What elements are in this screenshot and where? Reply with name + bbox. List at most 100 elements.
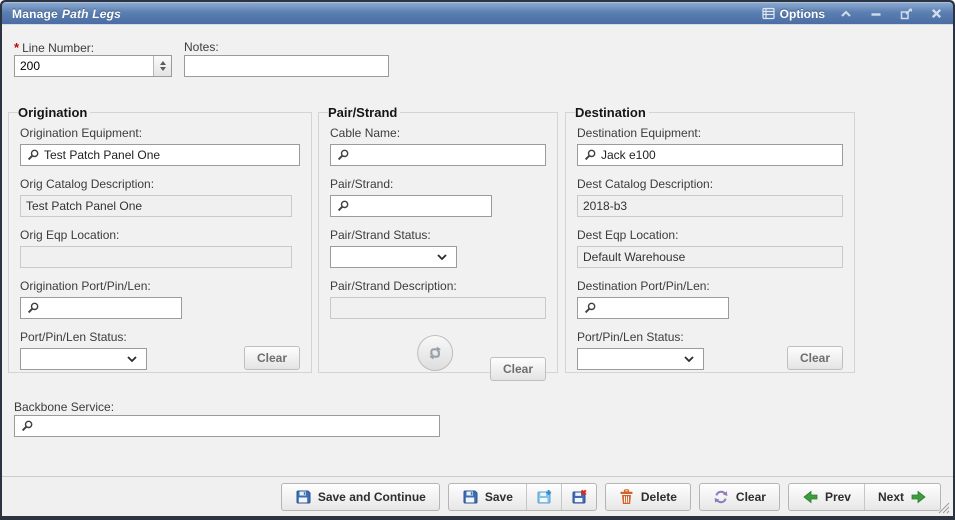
orig-port-label: Origination Port/Pin/Len: — [20, 279, 300, 293]
save-and-new-button[interactable] — [526, 484, 561, 510]
spinner-down-icon — [160, 67, 166, 71]
cable-name-label: Cable Name: — [330, 126, 546, 140]
save-button[interactable]: Save — [449, 484, 526, 510]
next-icon — [911, 490, 927, 504]
origination-legend: Origination — [18, 105, 90, 120]
swap-icon — [426, 345, 444, 361]
next-label: Next — [878, 490, 904, 504]
bottom-toolbar: Save and Continue Save — [2, 476, 953, 516]
backbone-service-label: Backbone Service: — [14, 400, 114, 414]
orig-equipment-field — [20, 144, 300, 166]
dest-equipment-label: Destination Equipment: — [577, 126, 843, 140]
line-number-field — [14, 55, 172, 77]
delete-button[interactable]: Delete — [605, 483, 691, 511]
save-and-continue-button[interactable]: Save and Continue — [281, 483, 440, 511]
toolbar-clear-button[interactable]: Clear — [699, 483, 780, 511]
swap-ends-button[interactable] — [417, 335, 453, 371]
options-button[interactable]: Options — [762, 7, 825, 21]
save-label: Save — [485, 490, 513, 504]
notes-label: Notes: — [184, 40, 219, 54]
prev-icon — [802, 490, 818, 504]
toolbar-clear-label: Clear — [736, 490, 766, 504]
pair-strand-legend: Pair/Strand — [328, 105, 400, 120]
title-prefix: Manage — [12, 7, 58, 21]
save-button-group: Save — [448, 483, 597, 511]
chevron-down-icon — [436, 253, 448, 261]
collapse-button[interactable] — [837, 6, 855, 22]
pair-strand-label: Pair/Strand: — [330, 177, 546, 191]
pair-description-label: Pair/Strand Description: — [330, 279, 546, 293]
orig-clear-button[interactable]: Clear — [244, 346, 300, 370]
pair-strand-section: Pair/Strand Cable Name: Pair/Strand: — [318, 105, 558, 373]
orig-status-select[interactable] — [20, 348, 147, 370]
save-icon — [462, 489, 478, 505]
dest-status-select[interactable] — [577, 348, 704, 370]
cable-name-input[interactable] — [350, 146, 545, 164]
dest-clear-button[interactable]: Clear — [787, 346, 843, 370]
orig-port-field — [20, 297, 182, 319]
popout-icon — [900, 8, 913, 20]
orig-equipment-label: Origination Equipment: — [20, 126, 300, 140]
delete-label: Delete — [641, 490, 677, 504]
save-and-close-button[interactable] — [561, 484, 596, 510]
orig-status-label: Port/Pin/Len Status: — [20, 330, 147, 344]
close-button[interactable] — [927, 6, 945, 22]
dest-catalog-label: Dest Catalog Description: — [577, 177, 843, 191]
line-number-label: *Line Number: — [14, 40, 94, 55]
pair-clear-button[interactable]: Clear — [490, 357, 546, 381]
search-icon — [26, 148, 40, 162]
line-number-input[interactable] — [15, 56, 153, 76]
collapse-icon — [840, 9, 852, 19]
title-bar[interactable]: Manage Path Legs Options — [2, 2, 953, 24]
orig-catalog-label: Orig Catalog Description: — [20, 177, 300, 191]
dest-equipment-input[interactable] — [597, 146, 842, 164]
prev-button[interactable]: Prev — [789, 484, 864, 510]
search-icon — [583, 148, 597, 162]
dest-status-label: Port/Pin/Len Status: — [577, 330, 704, 344]
minimize-icon — [870, 9, 882, 19]
pair-status-select[interactable] — [330, 246, 457, 268]
chevron-down-icon — [683, 355, 695, 363]
origination-section: Origination Origination Equipment: Orig … — [8, 105, 312, 373]
form-body: *Line Number: Notes: Origination Origina… — [2, 24, 953, 476]
pair-strand-field — [330, 195, 492, 217]
required-marker: * — [14, 40, 19, 55]
dest-catalog-input — [577, 195, 843, 217]
spinner-up-icon — [160, 61, 166, 65]
destination-legend: Destination — [575, 105, 649, 120]
dest-equipment-field — [577, 144, 843, 166]
backbone-service-input[interactable] — [34, 417, 439, 435]
options-label: Options — [780, 7, 825, 21]
orig-equipment-input[interactable] — [40, 146, 299, 164]
search-icon — [336, 199, 350, 213]
dest-location-label: Dest Eqp Location: — [577, 228, 843, 242]
close-icon — [931, 8, 942, 19]
dest-port-field — [577, 297, 729, 319]
orig-location-label: Orig Eqp Location: — [20, 228, 300, 242]
save-close-icon — [571, 489, 587, 505]
title-emphasis: Path Legs — [62, 7, 121, 21]
dest-port-label: Destination Port/Pin/Len: — [577, 279, 843, 293]
prev-label: Prev — [825, 490, 851, 504]
pair-strand-input[interactable] — [350, 197, 491, 215]
pair-status-label: Pair/Strand Status: — [330, 228, 546, 242]
cable-name-field — [330, 144, 546, 166]
next-button[interactable]: Next — [864, 484, 940, 510]
search-icon — [583, 301, 597, 315]
pair-description-input — [330, 297, 546, 319]
delete-icon — [619, 489, 634, 505]
popout-button[interactable] — [897, 6, 915, 22]
orig-port-input[interactable] — [40, 299, 181, 317]
dest-port-input[interactable] — [597, 299, 728, 317]
orig-catalog-input — [20, 195, 292, 217]
search-icon — [26, 301, 40, 315]
manage-path-legs-window: Manage Path Legs Options — [0, 0, 955, 520]
minimize-button[interactable] — [867, 6, 885, 22]
line-number-spinner[interactable] — [153, 56, 171, 76]
clear-icon — [713, 489, 729, 505]
save-and-continue-label: Save and Continue — [318, 490, 426, 504]
prev-next-group: Prev Next — [788, 483, 941, 511]
resize-grip[interactable] — [937, 501, 950, 514]
chevron-down-icon — [126, 355, 138, 363]
notes-input[interactable] — [184, 55, 389, 77]
